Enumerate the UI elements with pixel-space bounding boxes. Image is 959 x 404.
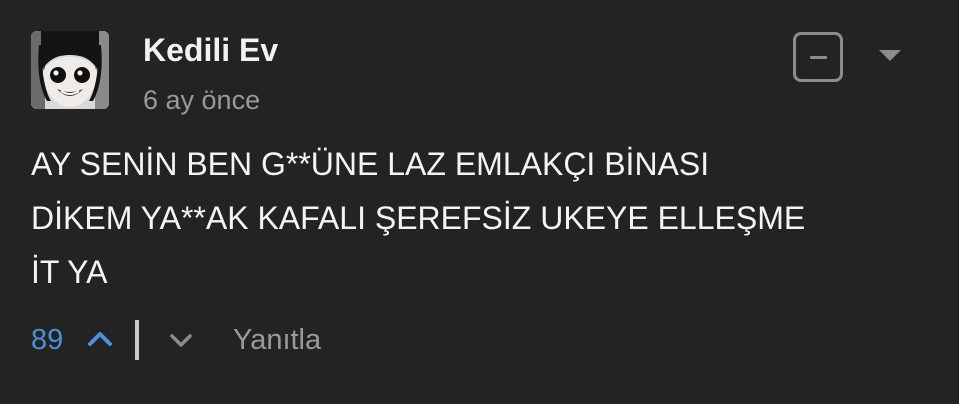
avatar[interactable] — [31, 31, 109, 109]
downvote-button[interactable] — [164, 323, 198, 357]
username[interactable]: Kedili Ev — [143, 30, 278, 70]
upvote-button[interactable] — [83, 321, 117, 355]
reply-button[interactable]: Yanıtla — [233, 323, 321, 357]
timestamp: 6 ay önce — [143, 85, 261, 115]
caret-down-icon[interactable] — [879, 50, 901, 61]
comment-actions: 89 Yanıtla — [31, 315, 631, 365]
chevron-up-icon — [88, 332, 112, 346]
anime-girl-avatar-icon — [31, 31, 109, 109]
vote-count: 89 — [31, 324, 64, 356]
comment-body: AY SENİN BEN G**ÜNE LAZ EMLAKÇI BİNASI D… — [31, 146, 806, 290]
chevron-down-icon — [170, 334, 192, 347]
minus-square-icon — [810, 56, 827, 59]
collapse-button[interactable] — [793, 32, 843, 82]
divider — [135, 320, 139, 360]
